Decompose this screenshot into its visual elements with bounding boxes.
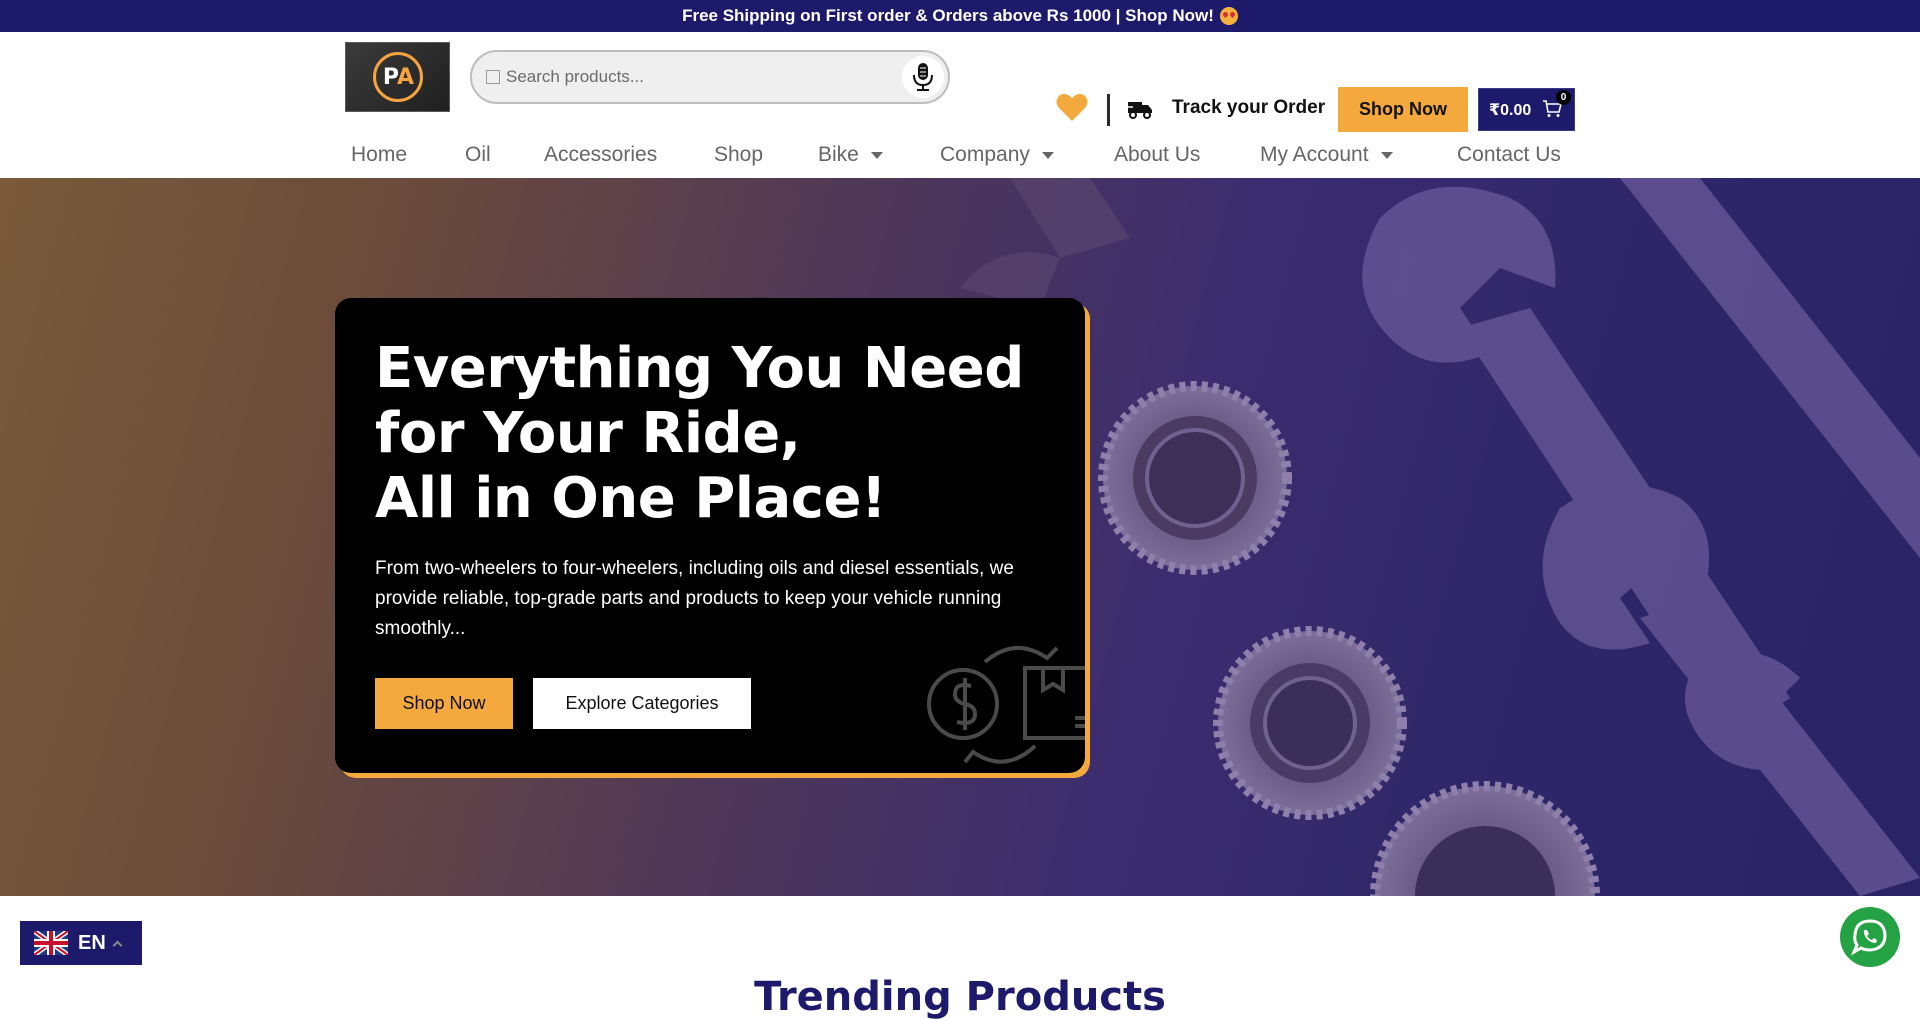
- hero-card: Everything You Need for Your Ride, All i…: [335, 298, 1085, 773]
- whatsapp-chat-button[interactable]: [1840, 907, 1900, 967]
- nav-label: Company: [940, 143, 1030, 166]
- search-bar: [470, 50, 950, 104]
- nav-label: My Account: [1260, 143, 1369, 166]
- microphone-icon: [913, 63, 933, 91]
- header-divider: [1107, 94, 1110, 126]
- wishlist-button[interactable]: [1056, 92, 1088, 127]
- nav-label: Accessories: [544, 143, 658, 166]
- caret-down-icon: [870, 151, 883, 159]
- gear-large: [1098, 381, 1292, 575]
- nav-item-about-us[interactable]: About Us: [1114, 132, 1200, 178]
- nav-label: Oil: [465, 143, 491, 166]
- logo-letter-p: P: [382, 64, 399, 90]
- truck-icon: [1127, 100, 1153, 125]
- header-shop-now-button[interactable]: Shop Now: [1338, 87, 1468, 132]
- announcement-text: Free Shipping on First order & Orders ab…: [682, 6, 1214, 25]
- nav-item-my-account[interactable]: My Account: [1260, 132, 1393, 178]
- hero-banner: Everything You Need for Your Ride, All i…: [0, 178, 1920, 896]
- site-logo[interactable]: PA: [345, 42, 450, 112]
- hero-title-line: All in One Place!: [375, 466, 886, 531]
- nav-item-contact-us[interactable]: Contact Us: [1457, 132, 1561, 178]
- caret-down-icon: [1041, 151, 1054, 159]
- main-nav: Home Oil Accessories Shop Bike Company A…: [0, 132, 1920, 178]
- trending-products-title: Trending Products: [754, 974, 1166, 1020]
- logo-mark: PA: [372, 52, 423, 102]
- gear-medium: [1213, 626, 1407, 820]
- exchange-icon: [927, 645, 1085, 764]
- uk-flag-icon: [34, 931, 68, 955]
- nav-item-oil[interactable]: Oil: [465, 132, 491, 178]
- heart-icon: [1056, 93, 1088, 121]
- nav-label: Shop: [714, 143, 764, 166]
- nav-label: Bike: [818, 143, 859, 166]
- search-input[interactable]: [506, 67, 886, 87]
- language-code: EN: [78, 931, 106, 954]
- hero-title: Everything You Need for Your Ride, All i…: [375, 336, 1055, 531]
- heart-eyes-emoji-icon: [1219, 7, 1238, 25]
- hero-shop-now-button[interactable]: Shop Now: [375, 678, 513, 729]
- logo-letter-a: A: [397, 64, 414, 90]
- nav-item-company[interactable]: Company: [940, 132, 1054, 178]
- announcement-bar[interactable]: Free Shipping on First order & Orders ab…: [0, 0, 1920, 32]
- whatsapp-icon: [1851, 919, 1887, 956]
- nav-item-bike[interactable]: Bike: [818, 132, 883, 178]
- chevron-up-icon: [112, 940, 123, 950]
- site-header: PA Track: [0, 32, 1920, 178]
- track-order-link[interactable]: Track your Order: [1172, 97, 1325, 119]
- nav-label: Contact Us: [1457, 143, 1561, 166]
- caret-down-icon: [1380, 151, 1393, 159]
- nav-item-home[interactable]: Home: [351, 132, 407, 178]
- search-icon: [486, 70, 500, 84]
- cart-button[interactable]: ₹0.00 0: [1478, 88, 1575, 131]
- nav-item-shop[interactable]: Shop: [714, 132, 763, 178]
- cart-count-badge: 0: [1556, 90, 1571, 105]
- nav-item-accessories[interactable]: Accessories: [544, 132, 657, 178]
- hero-title-line: for Your Ride,: [375, 401, 801, 466]
- hero-title-line: Everything You Need: [375, 336, 1024, 401]
- nav-label: About Us: [1114, 143, 1201, 166]
- language-switcher[interactable]: EN: [20, 921, 142, 965]
- explore-categories-button[interactable]: Explore Categories: [533, 678, 751, 729]
- voice-search-button[interactable]: [902, 56, 944, 98]
- gear-small: [1370, 781, 1600, 896]
- nav-label: Home: [351, 143, 408, 166]
- cart-total: ₹0.00: [1489, 101, 1532, 119]
